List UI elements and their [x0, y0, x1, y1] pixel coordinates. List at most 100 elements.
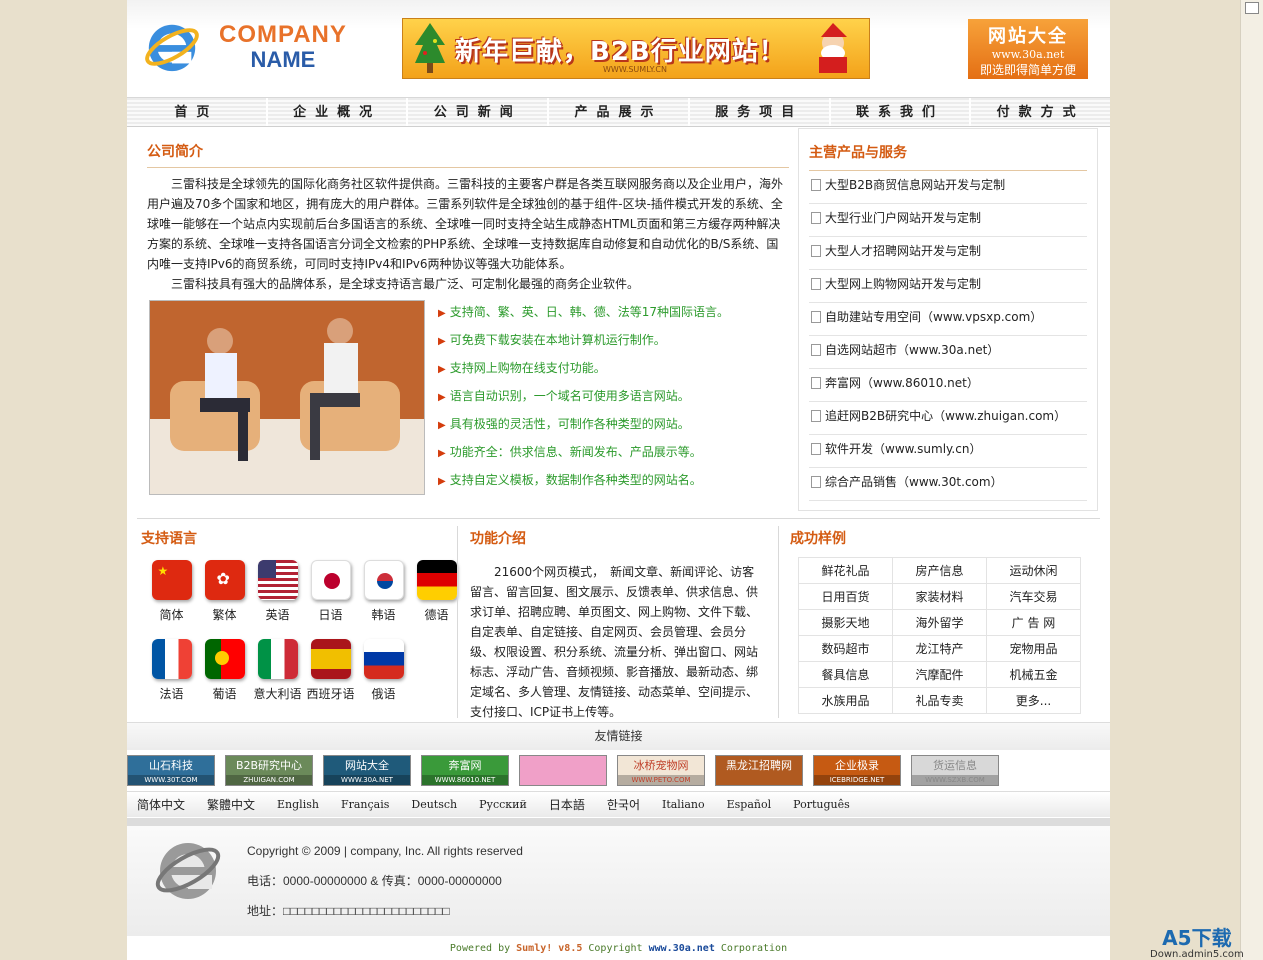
- nav-home[interactable]: 首页: [127, 98, 268, 126]
- case-link[interactable]: 机械五金: [986, 661, 1081, 688]
- cases-section: 成功样例 鲜花礼品 房产信息 运动休闲 日用百货 家装材料 汽车交易 摄影天地 海外留学广…: [790, 528, 1090, 714]
- lang-link[interactable]: Português: [793, 798, 850, 811]
- powered-brand-link[interactable]: Sumly! v8.5: [516, 943, 582, 954]
- case-link[interactable]: 汽车交易: [986, 583, 1081, 610]
- ie-logo-gray-icon: [155, 843, 221, 899]
- case-link[interactable]: 房产信息: [892, 557, 987, 584]
- feature-list: ▶ 支持简、繁、英、日、韩、德、法等17种国际语言。 ▶ 可免费下载安装在本地计算机…: [438, 302, 729, 498]
- case-link[interactable]: 运动休闲: [986, 557, 1081, 584]
- flag-korea[interactable]: 韩语: [357, 560, 410, 623]
- case-link[interactable]: 日用百货: [798, 583, 893, 610]
- contact-phone: 电话：0000-00000000 & 传真：0000-00000000: [247, 874, 502, 888]
- friend-link-logo[interactable]: [519, 755, 607, 786]
- feature-item: ▶ 支持简、繁、英、日、韩、德、法等17种国际语言。: [438, 305, 729, 319]
- nav-news[interactable]: 公司新闻: [408, 98, 550, 126]
- flag-france[interactable]: 法语: [145, 639, 198, 702]
- cases-table: 鲜花礼品 房产信息 运动休闲 日用百货 家装材料 汽车交易 摄影天地 海外留学广 告 网 …: [798, 557, 1081, 714]
- friend-link-logo[interactable]: 企业极录 ICEBRIDGE.NET: [813, 755, 901, 786]
- lang-link[interactable]: Deutsch: [411, 798, 457, 811]
- flag-japan[interactable]: 日语: [304, 560, 357, 623]
- ie-logo-icon[interactable]: [143, 18, 201, 76]
- promo-banner[interactable]: 新年巨献，B2B行业网站！ WWW.SUMLY.CN: [402, 18, 870, 79]
- service-link[interactable]: 综合产品销售（www.30t.com）: [809, 468, 1087, 501]
- france-flag-icon: [151, 639, 192, 679]
- service-link[interactable]: 大型B2B商贸信息网站开发与定制: [809, 171, 1087, 204]
- flag-spain[interactable]: 西班牙语: [304, 639, 357, 702]
- flag-germany[interactable]: 德语: [410, 560, 463, 623]
- table-row: 日用百货 家装材料 汽车交易: [798, 583, 1081, 610]
- service-link[interactable]: 大型人才招聘网站开发与定制: [809, 237, 1087, 270]
- service-link[interactable]: 自选网站超市（www.30a.net）: [809, 336, 1087, 369]
- nav-products[interactable]: 产品展示: [549, 98, 690, 126]
- friend-link-logo[interactable]: 山石科技 WWW.30T.COM: [127, 755, 215, 786]
- lang-link[interactable]: English: [277, 798, 319, 811]
- copyright: Copyright © 2009 | company, Inc. All rig…: [247, 844, 523, 858]
- service-link[interactable]: 奔富网（www.86010.net）: [809, 369, 1087, 402]
- friend-link-logo[interactable]: 奔富网 WWW.86010.NET: [421, 755, 509, 786]
- friend-links-title: 友情链接: [127, 722, 1110, 750]
- friend-link-logo[interactable]: 冰桥宠物网 WWW.PETO.COM: [617, 755, 705, 786]
- table-row: 数码超市 龙江特产 宠物用品: [798, 635, 1081, 662]
- service-link[interactable]: 自助建站专用空间（www.vpsxp.com）: [809, 303, 1087, 336]
- case-link[interactable]: 汽摩配件: [892, 661, 987, 688]
- document-icon: [811, 410, 821, 422]
- friend-link-logo[interactable]: 网站大全 WWW.30A.NET: [323, 755, 411, 786]
- company-logo-text[interactable]: COMPANY NAME: [219, 22, 347, 72]
- arrow-icon: ▶: [438, 308, 446, 319]
- flag-usa[interactable]: 英语: [251, 560, 304, 623]
- scrollbar-thumb[interactable]: [1245, 2, 1259, 14]
- document-icon: [811, 212, 821, 224]
- case-link[interactable]: 水族用品: [798, 687, 893, 714]
- lang-link[interactable]: 简体中文: [137, 796, 185, 813]
- nav-payment[interactable]: 付款方式: [971, 98, 1110, 126]
- service-link[interactable]: 大型网上购物网站开发与定制: [809, 270, 1087, 303]
- lang-link[interactable]: 한국어: [607, 796, 640, 813]
- more-link[interactable]: 更多...: [986, 687, 1081, 714]
- nav-services[interactable]: 服务项目: [690, 98, 831, 126]
- intro-title: 公司简介: [147, 140, 789, 168]
- powered-site-link[interactable]: www.30a.net: [649, 943, 715, 954]
- company-intro: 公司简介 三雷科技是全球领先的国际化商务社区软件提供商。三雷科技的主要客户群是各…: [147, 140, 789, 294]
- ad-slogan: 即选即得简单方便: [979, 63, 1076, 77]
- case-link[interactable]: 海外留学: [892, 609, 987, 636]
- case-link[interactable]: 宠物用品: [986, 635, 1081, 662]
- footer: Copyright © 2009 | company, Inc. All rig…: [127, 818, 1110, 936]
- case-link[interactable]: 家装材料: [892, 583, 987, 610]
- lang-link[interactable]: Français: [341, 798, 389, 811]
- case-link[interactable]: 礼品专卖: [892, 687, 987, 714]
- lang-link[interactable]: Italiano: [662, 798, 705, 811]
- divider: [137, 518, 1100, 519]
- case-link[interactable]: 餐具信息: [798, 661, 893, 688]
- business-photo: [149, 300, 425, 495]
- vertical-scrollbar[interactable]: [1240, 0, 1263, 960]
- friend-link-logo[interactable]: 黑龙江招聘网: [715, 755, 803, 786]
- lang-link[interactable]: Español: [727, 798, 772, 811]
- case-link[interactable]: 摄影天地: [798, 609, 893, 636]
- service-link[interactable]: 软件开发（www.sumly.cn）: [809, 435, 1087, 468]
- japan-flag-icon: [310, 560, 351, 600]
- case-link[interactable]: 数码超市: [798, 635, 893, 662]
- lang-link[interactable]: 日本語: [549, 796, 585, 813]
- nav-contact[interactable]: 联系我们: [831, 98, 972, 126]
- service-link[interactable]: 大型行业门户网站开发与定制: [809, 204, 1087, 237]
- flag-portugal[interactable]: 葡语: [198, 639, 251, 702]
- friend-link-logo[interactable]: B2B研究中心 ZHUIGAN.COM: [225, 755, 313, 786]
- flag-italy[interactable]: 意大利语: [251, 639, 304, 702]
- lang-link[interactable]: Русский: [479, 798, 527, 811]
- case-link[interactable]: 鲜花礼品: [798, 557, 893, 584]
- document-icon: [811, 443, 821, 455]
- service-link[interactable]: 追赶网B2B研究中心（www.zhuigan.com）: [809, 402, 1087, 435]
- flag-russia[interactable]: 俄语: [357, 639, 410, 702]
- document-icon: [811, 278, 821, 290]
- friend-link-logo[interactable]: 货运信息 WWW.SZXB.COM: [911, 755, 999, 786]
- case-link[interactable]: 广 告 网: [986, 609, 1081, 636]
- flag-china[interactable]: ★ 简体: [145, 560, 198, 623]
- lang-link[interactable]: 繁體中文: [207, 796, 255, 813]
- flag-hongkong[interactable]: ✿ 繁体: [198, 560, 251, 623]
- side-ad[interactable]: 网站大全 www.30a.net 即选即得简单方便: [968, 19, 1088, 79]
- case-link[interactable]: 龙江特产: [892, 635, 987, 662]
- nav-about[interactable]: 企业概况: [268, 98, 409, 126]
- powered-by: Powered by Sumly! v8.5 Copyright www.30a…: [449, 943, 788, 954]
- feature-item: ▶ 具有极强的灵活性，可制作各种类型的网站。: [438, 417, 690, 431]
- arrow-icon: ▶: [438, 420, 446, 431]
